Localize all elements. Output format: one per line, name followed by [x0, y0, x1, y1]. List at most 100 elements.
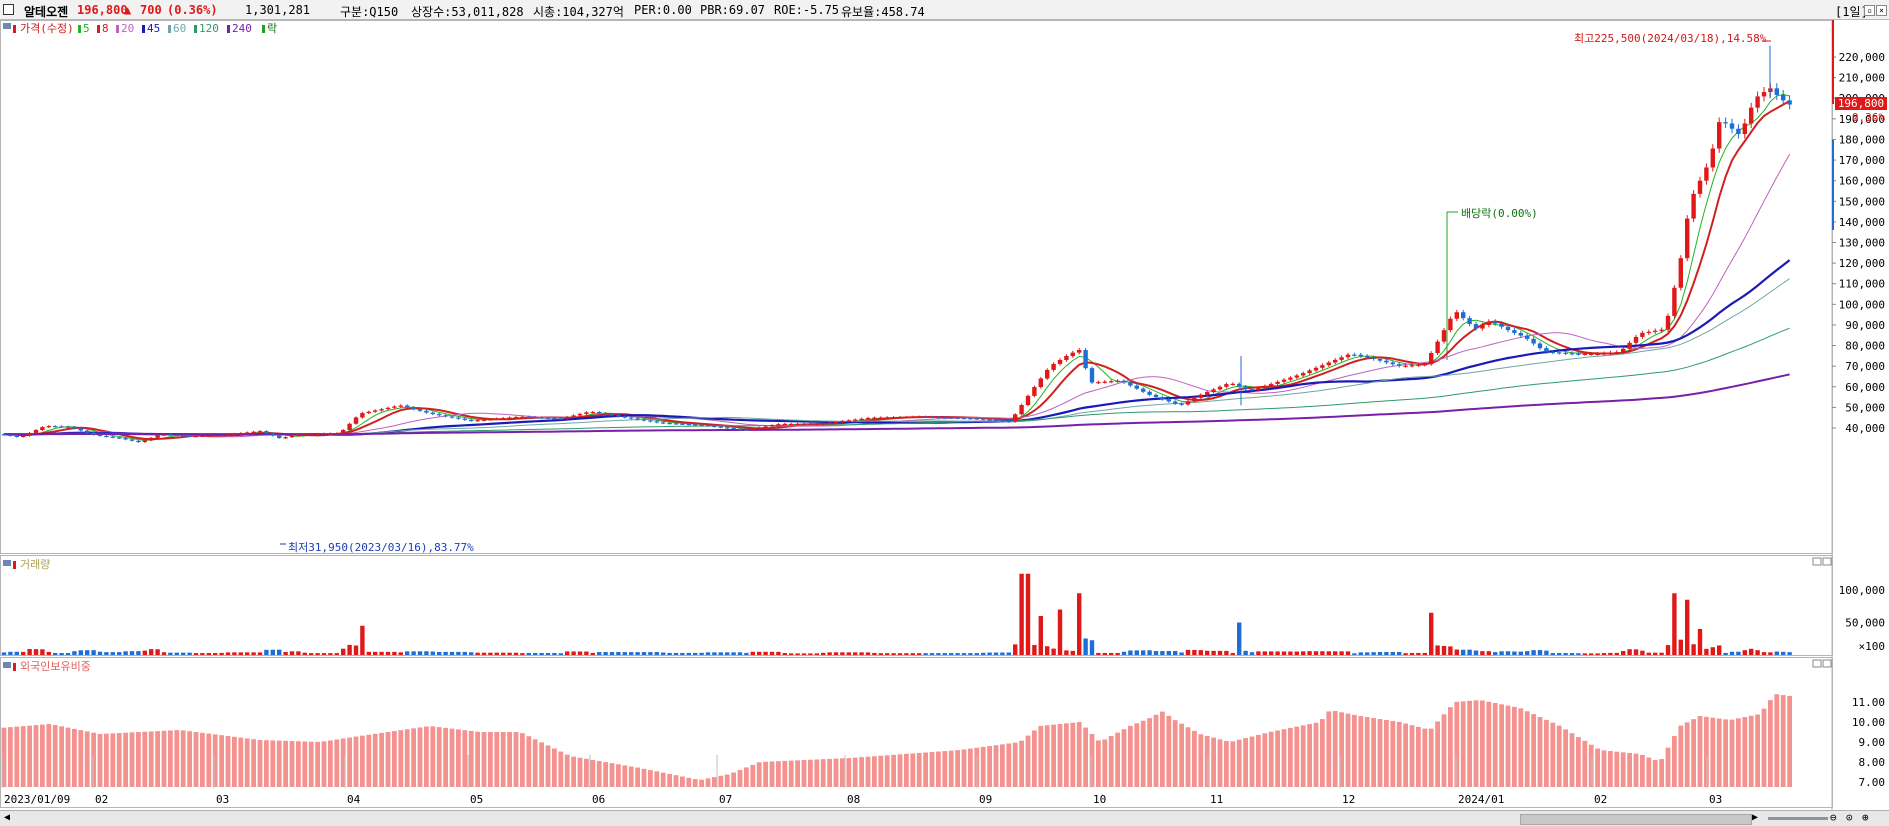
volume-menu-icon[interactable] — [3, 560, 11, 566]
candle-body — [1493, 321, 1498, 324]
panel-menu-icon[interactable] — [3, 23, 11, 29]
foreign-bar — [488, 732, 493, 787]
scroll-thumb[interactable] — [1520, 814, 1752, 825]
x-axis-label: 07 — [719, 793, 732, 806]
volume-bar — [622, 652, 627, 655]
candle-body — [1787, 100, 1792, 105]
volume-bar — [309, 653, 314, 655]
volume-bar — [353, 645, 359, 655]
candle-body — [1659, 329, 1664, 331]
window-icon[interactable] — [3, 4, 14, 15]
foreign-bar — [1422, 728, 1428, 787]
candle-body — [744, 429, 749, 431]
volume-bar — [97, 651, 103, 655]
candle-body — [680, 423, 685, 425]
candle-body — [629, 417, 634, 419]
zoom-reset-icon[interactable]: ⊙ — [1846, 811, 1853, 824]
volume-bar — [917, 653, 922, 655]
volume-bar — [1717, 645, 1722, 655]
ma-line-45 — [4, 259, 1791, 436]
foreign-panel-max-button[interactable] — [1812, 659, 1822, 668]
price-tick-label: 100,000 — [1839, 298, 1885, 311]
volume-panel-close-button[interactable] — [1822, 557, 1832, 566]
restore-button[interactable]: ▫ — [1864, 5, 1875, 16]
candle-body — [1281, 379, 1287, 382]
candle-body — [1275, 381, 1280, 384]
scroll-right-icon[interactable]: ▶ — [1752, 812, 1758, 823]
volume-bar — [609, 652, 615, 655]
foreign-bar — [1294, 726, 1300, 787]
candle-body — [1134, 385, 1139, 389]
candle-body — [1653, 330, 1658, 332]
volume-bar — [1601, 653, 1607, 655]
candle-body — [673, 423, 679, 425]
foreign-bar — [1409, 725, 1415, 787]
volume-bar — [283, 651, 288, 655]
x-axis-label: 2024/01 — [1458, 793, 1504, 806]
volume-bar — [104, 652, 109, 655]
volume-panel-frame — [0, 555, 1833, 656]
volume-bar — [769, 651, 775, 655]
close-button[interactable]: × — [1876, 5, 1887, 16]
foreign-bar — [40, 724, 45, 787]
volume-bar — [782, 652, 787, 655]
foreign-bar — [1531, 714, 1536, 787]
volume-bar — [1390, 651, 1395, 655]
volume-bar — [481, 652, 487, 655]
candle-body — [1537, 343, 1543, 349]
volume-bar — [1102, 652, 1107, 655]
legend-event-swatch — [262, 25, 265, 33]
candle-body — [814, 423, 819, 426]
foreign-menu-icon[interactable] — [3, 662, 11, 668]
volume-bar — [699, 652, 704, 655]
volume-panel-max-button[interactable] — [1812, 557, 1822, 566]
foreign-bar — [872, 756, 877, 787]
foreign-bar — [321, 741, 327, 787]
volume-bar — [1787, 652, 1792, 655]
foreign-bar — [1691, 719, 1696, 787]
volume-bar — [1525, 651, 1530, 655]
foreign-bar — [955, 750, 960, 787]
candle-body — [776, 424, 781, 426]
volume-bar — [597, 652, 602, 655]
foreign-bar — [1313, 722, 1319, 787]
volume-bar — [1518, 651, 1523, 655]
scroll-bar[interactable]: ◀ ▶ ⊖ ⊙ ⊕ — [0, 810, 1889, 826]
foreign-bar — [449, 728, 455, 787]
price-tick-label: 40,000 — [1845, 422, 1885, 435]
foreign-bar — [257, 740, 263, 787]
chart-area[interactable]: 가격(수정) 5 8 20 45 60 120 240 락 최고225,500(2024/03… — [0, 20, 1889, 810]
volume-bar — [1051, 648, 1056, 655]
candle-body — [1365, 356, 1370, 358]
candle-body — [405, 405, 410, 408]
foreign-bar — [1172, 720, 1178, 787]
volume-bar — [910, 653, 915, 655]
volume-bar — [1461, 649, 1466, 655]
foreign-bar — [475, 731, 480, 787]
foreign-bar — [1070, 722, 1076, 787]
candle-body — [552, 418, 557, 420]
foreign-bar — [961, 749, 967, 787]
candle-body — [648, 420, 653, 422]
candle-body — [949, 417, 954, 419]
foreign-bar — [1627, 752, 1632, 787]
zoom-out-icon[interactable]: ⊖ — [1830, 811, 1837, 824]
legend-ma-label-60: 60 — [173, 22, 186, 35]
period-selector[interactable]: [1일] — [1835, 3, 1868, 20]
volume-bar — [161, 652, 167, 655]
foreign-bar — [769, 761, 775, 787]
foreign-bar — [859, 757, 864, 787]
volume-bar — [1192, 649, 1197, 655]
foreign-panel-close-button[interactable] — [1822, 659, 1832, 668]
zoom-in-icon[interactable]: ⊕ — [1862, 811, 1869, 824]
legend-ma-swatch-20 — [116, 25, 119, 33]
candle-body — [110, 436, 115, 438]
candle-body — [507, 417, 512, 419]
zoom-slider[interactable] — [1768, 817, 1828, 820]
volume-bar — [859, 652, 864, 655]
candle-body — [1224, 384, 1229, 387]
volume-bar — [1006, 652, 1011, 655]
volume-bar — [27, 648, 32, 655]
candle-body — [1173, 401, 1178, 404]
scroll-left-icon[interactable]: ◀ — [4, 812, 10, 823]
